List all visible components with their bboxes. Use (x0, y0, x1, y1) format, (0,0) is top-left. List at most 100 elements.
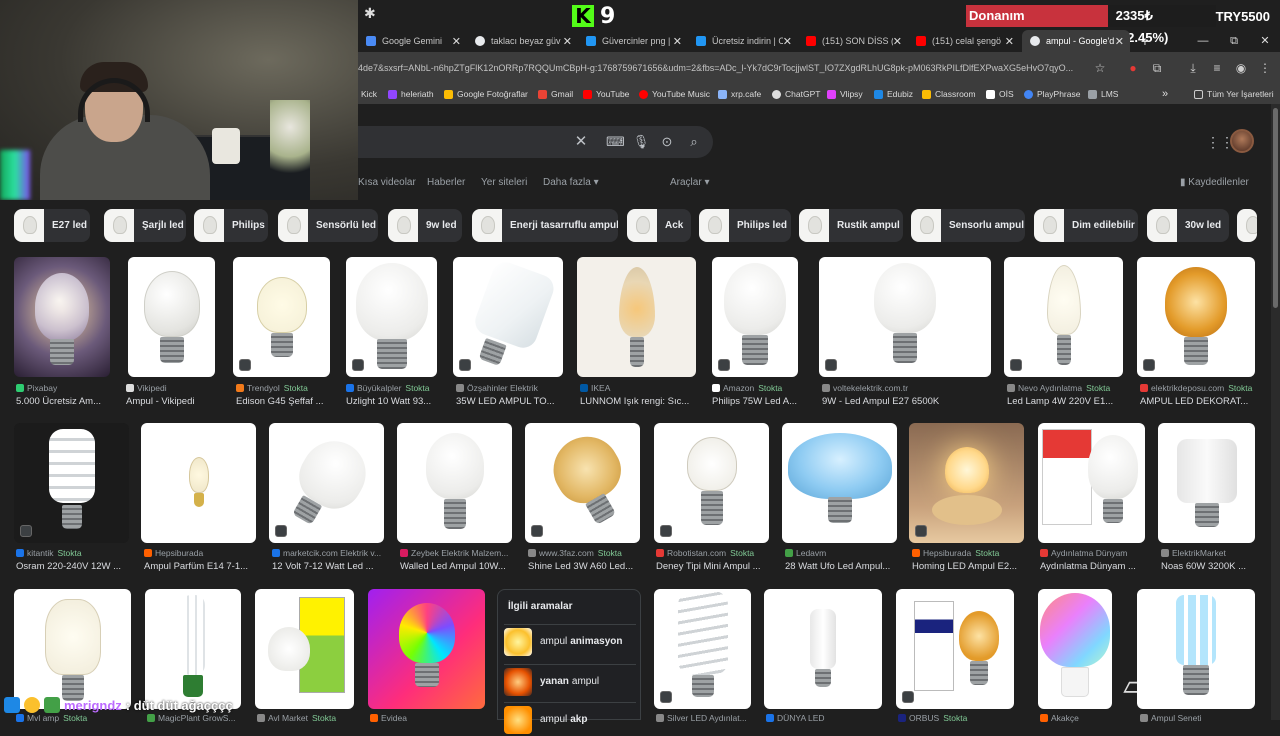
bookmark-gmail[interactable]: Gmail (538, 84, 573, 104)
image-result[interactable] (255, 589, 354, 709)
result-source[interactable]: Avl Market Stokta (257, 713, 357, 723)
bookmark-star-icon[interactable]: ☆ (1090, 58, 1110, 78)
result-source[interactable]: Özşahinler Elektrik (456, 383, 566, 393)
image-result[interactable] (346, 257, 437, 377)
tab-gemini[interactable]: Google Gemini ✕ (358, 30, 467, 52)
close-tab-icon[interactable]: ✕ (1005, 35, 1020, 48)
chip-e27-led[interactable]: E27 led (14, 209, 90, 242)
microphone-icon[interactable]: 🎙 (632, 133, 650, 151)
chip-philips[interactable]: Philips (194, 209, 268, 242)
image-result[interactable] (909, 423, 1024, 543)
result-source[interactable]: marketcik.com Elektrik v... (272, 548, 390, 558)
restore-button[interactable]: ⧉ (1219, 30, 1249, 52)
saved-button[interactable]: ▮ Kaydedilenler (1180, 177, 1249, 188)
image-result[interactable] (141, 423, 256, 543)
chip-more[interactable] (1237, 209, 1257, 242)
chip-enerji-tasarruflu[interactable]: Enerji tasarruflu ampul (472, 209, 618, 242)
chip-rustik-ampul[interactable]: Rustik ampul (799, 209, 903, 242)
result-source[interactable]: kitantik Stokta (16, 548, 134, 558)
keyboard-icon[interactable]: ⌨ (606, 133, 625, 151)
tab-youtube-son-diss[interactable]: (151) SON DİSS ( ✕ (798, 30, 908, 52)
image-result[interactable] (764, 589, 882, 709)
bookmarks-overflow-button[interactable]: » (1162, 84, 1168, 104)
bookmark-vlipsy[interactable]: Vlipsy (827, 84, 863, 104)
result-source[interactable]: Silver LED Aydınlat... (656, 713, 756, 723)
related-search-item[interactable]: ampul akp (504, 702, 636, 736)
close-tab-icon[interactable]: ✕ (563, 35, 578, 48)
image-result[interactable] (14, 423, 129, 543)
bookmark-google-photos[interactable]: Google Fotoğraflar (444, 84, 528, 104)
result-title[interactable]: Ampul - Vikipedi (126, 396, 226, 407)
bookmark-kick[interactable]: Kick (361, 84, 377, 104)
result-title[interactable]: Homing LED Ampul E2... (912, 561, 1028, 572)
result-source[interactable]: voltekelektrik.com.tr (822, 383, 992, 393)
related-search-item[interactable]: yanan ampul (504, 664, 636, 698)
chip-ack[interactable]: Ack (627, 209, 691, 242)
result-title[interactable]: Led Lamp 4W 220V E1... (1007, 396, 1125, 407)
clear-search-icon[interactable]: ✕ (572, 133, 590, 151)
image-result[interactable] (453, 257, 563, 377)
result-title[interactable]: Philips 75W Led A... (712, 396, 812, 407)
account-avatar[interactable] (1230, 129, 1254, 153)
result-source[interactable]: Ampul Seneti (1140, 713, 1258, 723)
result-title[interactable]: Ampul Parfüm E14 7-1... (144, 561, 260, 572)
image-result[interactable] (145, 589, 241, 709)
image-result[interactable] (14, 257, 110, 377)
lens-camera-icon[interactable]: ⊙ (658, 133, 676, 151)
search-icon[interactable]: ⌕ (685, 133, 703, 151)
result-title[interactable]: 12 Volt 7-12 Watt Led ... (272, 561, 388, 572)
chip-philips-led[interactable]: Philips led (699, 209, 791, 242)
result-source[interactable]: Evidea (370, 713, 470, 723)
bookmark-playphrase[interactable]: PlayPhrase (1024, 84, 1080, 104)
result-title[interactable]: Uzlight 10 Watt 93... (346, 396, 446, 407)
image-result[interactable] (1038, 423, 1145, 543)
result-title[interactable]: Walled Led Ampul 10W... (400, 561, 516, 572)
image-result[interactable] (269, 423, 384, 543)
menu-dots-icon[interactable]: ⋮ (1255, 58, 1275, 78)
image-result[interactable] (14, 589, 131, 709)
extension-red-icon[interactable]: ● (1123, 58, 1143, 78)
close-tab-icon[interactable]: ✕ (673, 35, 688, 48)
close-tab-icon[interactable]: ✕ (783, 35, 798, 48)
close-tab-icon[interactable]: ✕ (452, 35, 467, 48)
result-source[interactable]: Nevo Aydınlatma Stokta (1007, 383, 1127, 393)
result-source[interactable]: Vikipedi (126, 383, 226, 393)
result-title[interactable]: 9W - Led Ampul E27 6500K (822, 396, 992, 407)
image-result[interactable] (577, 257, 696, 377)
profile-icon[interactable]: ◉ (1231, 58, 1251, 78)
bookmark-chatgpt[interactable]: ChatGPT (772, 84, 820, 104)
result-title[interactable]: Deney Tipi Mini Ampul ... (656, 561, 772, 572)
result-title[interactable]: 5.000 Ücretsiz Am... (16, 396, 116, 407)
tab-ucretsiz-indirin[interactable]: Ücretsiz indirin | C ✕ (688, 30, 798, 52)
image-result[interactable] (397, 423, 512, 543)
result-title[interactable]: Noas 60W 3200K ... (1161, 561, 1261, 572)
result-title[interactable]: 35W LED AMPUL TO... (456, 396, 568, 407)
image-result[interactable] (654, 423, 769, 543)
tab-ampul-google[interactable]: ampul - Google'd ✕ (1022, 30, 1130, 52)
new-tab-button[interactable]: + (1130, 30, 1160, 52)
related-search-item[interactable]: ampul animasyon (504, 624, 636, 658)
result-source[interactable]: Hepsiburada (144, 548, 262, 558)
result-source[interactable]: Hepsiburada Stokta (912, 548, 1030, 558)
result-source[interactable]: DÜNYA LED (766, 713, 866, 723)
image-result[interactable] (1004, 257, 1123, 377)
result-source[interactable]: IKEA (580, 383, 700, 393)
close-tab-icon[interactable]: ✕ (1115, 35, 1130, 48)
result-source[interactable]: Pixabay (16, 383, 116, 393)
image-result[interactable] (782, 423, 897, 543)
result-title[interactable]: 28 Watt Ufo Led Ampul... (785, 561, 901, 572)
chip-dim-edilebilir[interactable]: Dim edilebilir (1034, 209, 1138, 242)
bookmark-youtube[interactable]: YouTube (583, 84, 629, 104)
tab-news[interactable]: Haberler (427, 177, 465, 188)
chip-9w-led[interactable]: 9w led (388, 209, 462, 242)
chip-sarjli-led[interactable]: Şarjlı led (104, 209, 186, 242)
media-control-icon[interactable]: ≡ (1207, 58, 1227, 78)
result-source[interactable]: www.3faz.com Stokta (528, 548, 646, 558)
close-tab-icon[interactable]: ✕ (893, 35, 908, 48)
result-source[interactable]: Akakçe (1040, 713, 1120, 723)
bookmark-youtube-music[interactable]: YouTube Music (639, 84, 710, 104)
result-source[interactable]: ElektrikMarket (1161, 548, 1261, 558)
result-source[interactable]: Büyükalpler Stokta (346, 383, 446, 393)
chip-sensorlu-led[interactable]: Sensörlü led (278, 209, 378, 242)
result-source[interactable]: ORBUS Stokta (898, 713, 1016, 723)
